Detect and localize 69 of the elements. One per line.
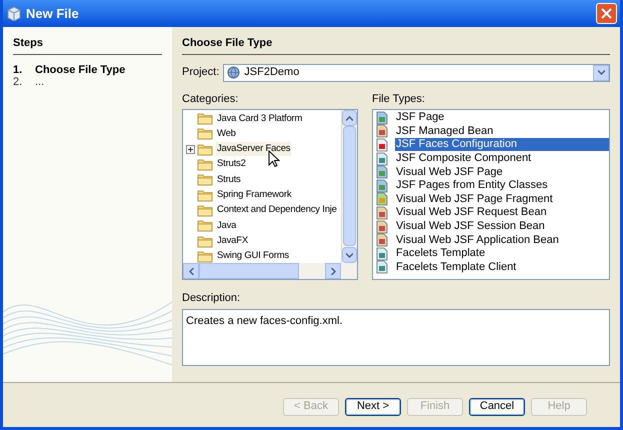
horizontal-scroll-thumb[interactable]	[199, 263, 299, 279]
file-type-item[interactable]: JSF Faces Configuration	[395, 138, 609, 152]
document-icon	[375, 138, 389, 152]
folder-icon	[197, 204, 213, 217]
folder-icon	[197, 188, 213, 202]
project-label: Project:	[182, 65, 220, 80]
document-icon	[375, 192, 389, 206]
file-types-label: File Types:	[372, 92, 426, 106]
folder-icon	[197, 112, 213, 126]
scroll-right-button[interactable]	[325, 263, 341, 279]
file-type-item[interactable]: Visual Web JSF Page	[395, 166, 609, 179]
document-icon	[375, 110, 389, 125]
document-icon	[375, 260, 389, 274]
scroll-down-button[interactable]	[342, 247, 357, 263]
file-type-item[interactable]: Visual Web JSF Request Bean	[395, 206, 609, 220]
document-icon	[375, 165, 389, 180]
file-type-item[interactable]: Visual Web JSF Session Bean	[395, 220, 609, 234]
dialog-button[interactable]: Cancel	[469, 398, 525, 416]
expand-icon[interactable]	[186, 144, 194, 154]
document-icon	[375, 246, 389, 261]
file-type-item[interactable]: JSF Pages from Entity Classes	[395, 179, 609, 192]
close-icon	[601, 8, 612, 19]
step-item: 1. Choose File Type	[13, 64, 126, 76]
scroll-up-button[interactable]	[342, 110, 357, 126]
category-item[interactable]: Struts2	[216, 157, 247, 172]
globe-icon	[227, 66, 240, 79]
folder-icon	[197, 250, 213, 263]
category-item[interactable]: Spring Framework	[216, 188, 292, 202]
category-item[interactable]: Context and Dependency Inje	[216, 203, 338, 218]
steps-title: Steps	[13, 35, 162, 54]
project-dropdown[interactable]: JSF2Demo	[223, 64, 610, 82]
panel-title: Choose File Type	[182, 35, 610, 54]
mouse-pointer-icon	[268, 150, 280, 168]
category-item[interactable]: Swing GUI Forms	[216, 249, 290, 263]
close-button[interactable]	[596, 3, 617, 24]
dialog-button[interactable]: Next >	[345, 398, 401, 416]
folder-icon	[197, 158, 213, 172]
folder-icon	[197, 142, 213, 156]
scroll-thumb[interactable]	[343, 126, 356, 246]
folder-icon	[197, 234, 213, 248]
category-item[interactable]: Java	[216, 218, 238, 233]
category-item[interactable]: JavaServer Faces	[216, 142, 292, 156]
document-icon	[375, 206, 389, 220]
document-icon	[375, 152, 389, 166]
categories-label: Categories:	[182, 92, 240, 106]
file-type-item[interactable]: JSF Managed Bean	[395, 124, 609, 138]
file-type-item[interactable]: Visual Web JSF Application Bean	[395, 234, 609, 247]
window-title: New File	[26, 4, 80, 23]
folder-icon	[197, 219, 213, 232]
description-label: Description:	[182, 291, 242, 306]
category-item[interactable]: Java Card 3 Platform	[216, 112, 304, 126]
file-type-item[interactable]: Visual Web JSF Page Fragment	[395, 192, 609, 206]
folder-icon	[197, 173, 213, 186]
category-item[interactable]: Struts	[216, 172, 242, 187]
document-icon	[375, 124, 389, 138]
document-icon	[375, 233, 389, 248]
file-type-item[interactable]: Facelets Template	[395, 247, 609, 260]
document-icon	[375, 220, 389, 234]
folder-icon	[197, 127, 213, 140]
category-item[interactable]: JavaFX	[216, 234, 250, 248]
file-type-item[interactable]: Facelets Template Client	[395, 260, 609, 274]
description-box: Creates a new faces-config.xml.	[182, 308, 610, 366]
document-icon	[375, 178, 389, 193]
scroll-left-button[interactable]	[183, 263, 199, 279]
cube-icon	[6, 6, 22, 22]
category-item[interactable]: Web	[216, 126, 237, 142]
step-item: 2. ...	[13, 76, 46, 88]
file-type-item[interactable]: JSF Composite Component	[395, 152, 609, 166]
file-type-item[interactable]: JSF Page	[395, 111, 609, 124]
